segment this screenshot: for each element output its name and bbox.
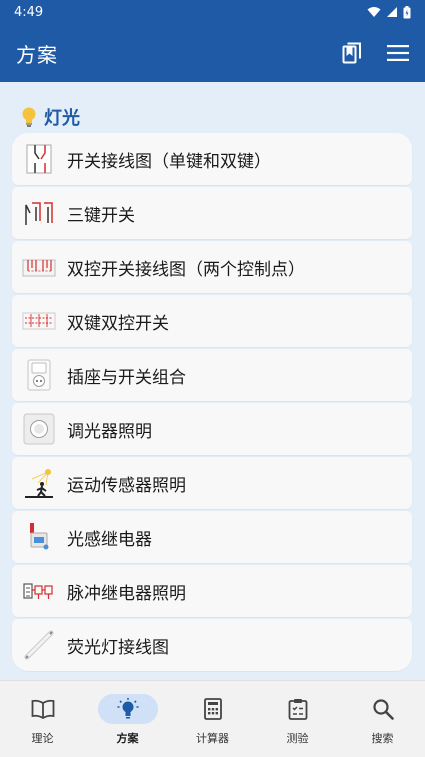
list-item-label: 开关接线图（单键和双键） (67, 151, 271, 172)
double-two-way-switch-icon (22, 304, 56, 338)
list-item-label: 双键双控开关 (67, 313, 169, 334)
search-icon (372, 699, 394, 720)
fluorescent-lamp-icon (22, 628, 56, 662)
list-item-label: 插座与开关组合 (67, 367, 186, 388)
nav-item-schemes[interactable]: 方案 (85, 681, 170, 757)
lightbulb-icon (22, 107, 36, 127)
two-way-switch-icon (22, 250, 56, 284)
nav-label: 搜索 (371, 732, 394, 745)
list-item-label: 调光器照明 (67, 421, 152, 442)
app-actions (337, 38, 413, 68)
motion-sensor-icon (22, 466, 56, 500)
list-item[interactable]: 双控开关接线图（两个控制点） (12, 241, 412, 293)
list-item-label: 三键开关 (67, 205, 135, 226)
socket-switch-icon (22, 358, 56, 392)
battery-icon (403, 5, 411, 18)
nav-label: 理论 (31, 732, 54, 745)
list-item-label: 荧光灯接线图 (67, 637, 169, 658)
nav-icon-container (268, 694, 328, 724)
impulse-relay-icon (22, 574, 56, 608)
section-title: 灯光 (44, 108, 80, 129)
nav-icon-container (13, 694, 73, 724)
nav-item-quiz[interactable]: 测验 (255, 681, 340, 757)
list-item-label: 脉冲继电器照明 (67, 583, 186, 604)
nav-item-calculator[interactable]: 计算器 (170, 681, 255, 757)
menu-button[interactable] (383, 38, 413, 68)
list-item-label: 光感继电器 (67, 529, 152, 550)
list-item[interactable]: 插座与开关组合 (12, 349, 412, 401)
switch-wiring-icon (22, 142, 56, 176)
list-item[interactable]: 光感继电器 (12, 511, 412, 563)
status-bar: 4:49 (0, 0, 425, 24)
nav-label: 方案 (116, 732, 139, 745)
nav-icon-container (353, 694, 413, 724)
nav-icon-container (183, 694, 243, 724)
list-item[interactable]: 开关接线图（单键和双键） (12, 133, 412, 185)
lightbulb-icon (117, 698, 138, 719)
list-item-label: 运动传感器照明 (67, 475, 186, 496)
list-item[interactable]: 荧光灯接线图 (12, 619, 412, 671)
hamburger-menu-icon (387, 45, 409, 61)
dimmer-icon (22, 412, 56, 446)
status-icons (367, 5, 411, 19)
nav-icon-container (97, 694, 158, 724)
wifi-icon (367, 7, 381, 17)
content-area: 灯光 开关接线图（单键和双键） 三键开关 双控开关接线图（两个控制点） 双键双控… (0, 82, 425, 680)
clipboard-icon (288, 699, 307, 720)
list-item[interactable]: 双键双控开关 (12, 295, 412, 347)
status-time: 4:49 (14, 4, 44, 20)
list-item[interactable]: 脉冲继电器照明 (12, 565, 412, 617)
signal-icon (387, 7, 397, 17)
nav-label: 测验 (286, 732, 309, 745)
list-item-label: 双控开关接线图（两个控制点） (67, 259, 305, 280)
nav-label: 计算器 (196, 732, 229, 745)
calculator-icon (203, 698, 222, 720)
list-item[interactable]: 运动传感器照明 (12, 457, 412, 509)
page-title: 方案 (16, 42, 58, 67)
section-header: 灯光 (20, 104, 80, 130)
bookmarks-icon (342, 42, 361, 64)
scheme-list: 开关接线图（单键和双键） 三键开关 双控开关接线图（两个控制点） 双键双控开关 … (12, 133, 412, 673)
triple-switch-icon (22, 196, 56, 230)
nav-item-search[interactable]: 搜索 (340, 681, 425, 757)
list-item[interactable]: 三键开关 (12, 187, 412, 239)
bottom-nav: 理论 方案 计算器 测验 搜索 (0, 680, 425, 757)
bookmarks-button[interactable] (337, 38, 367, 68)
photo-relay-icon (22, 520, 56, 554)
book-icon (31, 699, 54, 719)
nav-item-theory[interactable]: 理论 (0, 681, 85, 757)
app-bar: 方案 (0, 24, 425, 82)
list-item[interactable]: 调光器照明 (12, 403, 412, 455)
